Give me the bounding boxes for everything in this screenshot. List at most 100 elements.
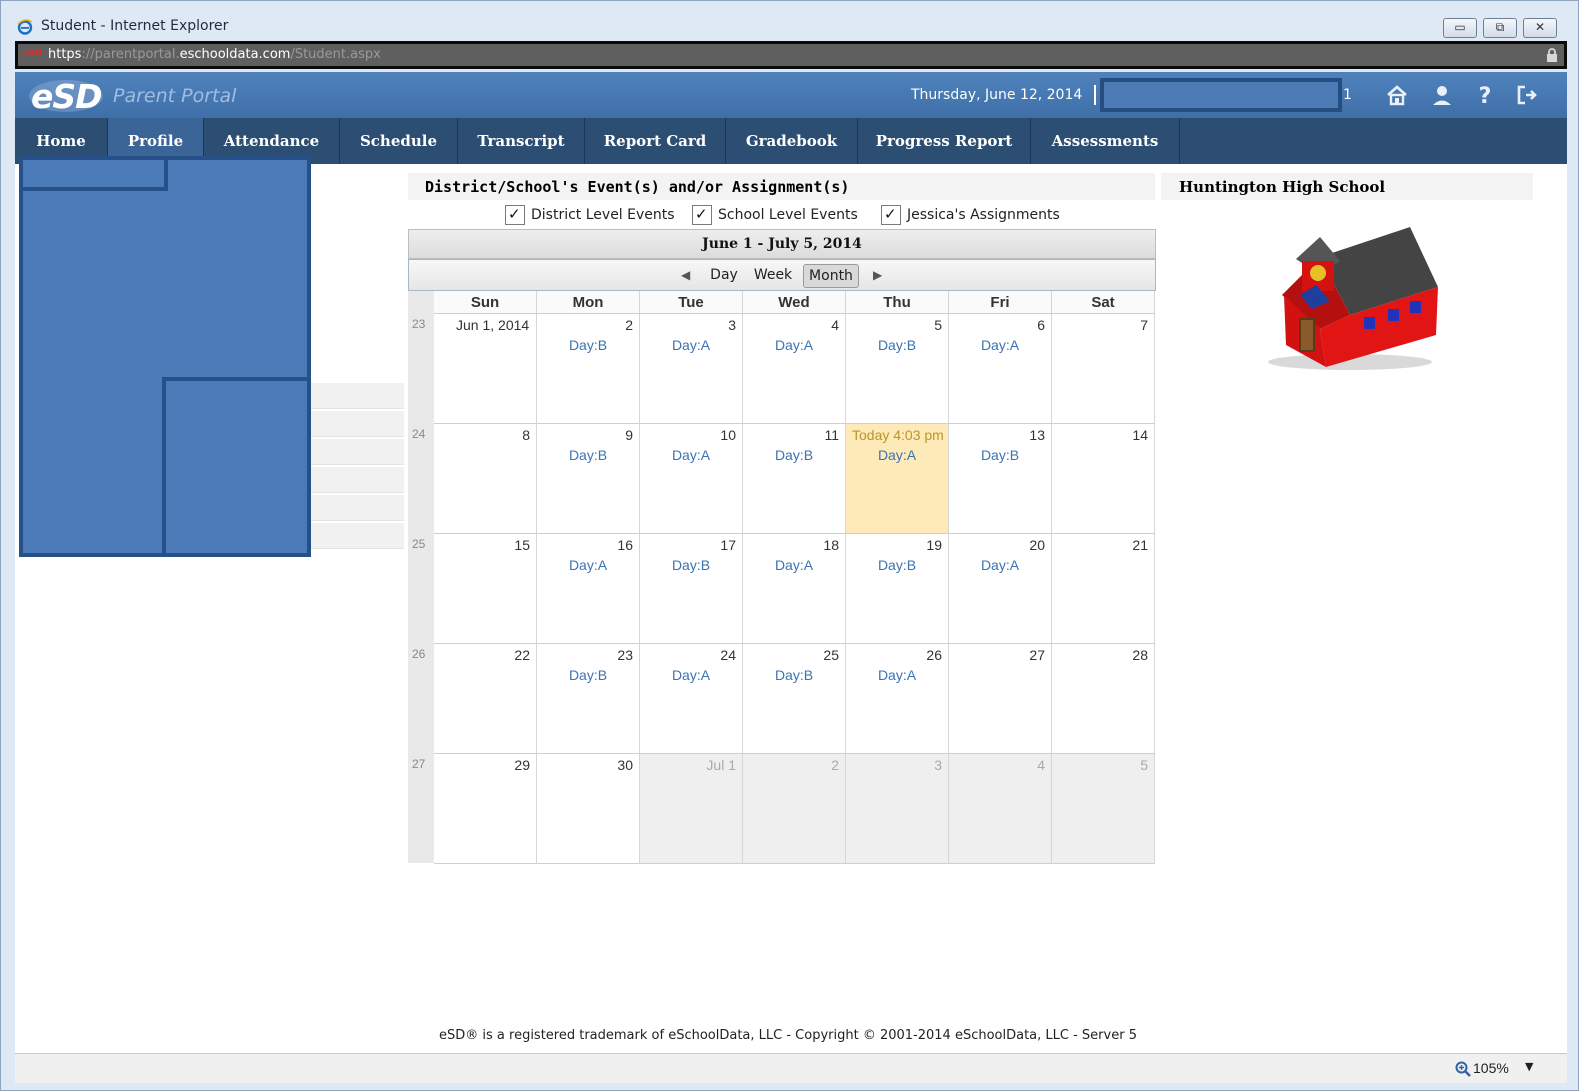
day-number[interactable]: 23 <box>617 647 633 663</box>
esd-logo[interactable]: eSD <box>31 77 103 116</box>
calendar-day[interactable]: 28 <box>1052 644 1155 754</box>
address-bar[interactable]: eSD https://parentportal.eschooldata.com… <box>15 41 1567 69</box>
calendar-day[interactable]: 8 <box>434 424 537 534</box>
nav-transcript[interactable]: Transcript <box>458 118 585 164</box>
calendar-day[interactable]: Jul 1 <box>640 754 743 864</box>
calendar-day[interactable]: 2 <box>743 754 846 864</box>
calendar-day[interactable]: 9 Day:B <box>537 424 640 534</box>
view-day-button[interactable]: Day <box>705 264 743 288</box>
day-number[interactable]: 25 <box>823 647 839 663</box>
calendar-day[interactable]: 15 <box>434 534 537 644</box>
previous-arrow-icon[interactable]: ◀ <box>681 268 690 282</box>
day-number[interactable]: 26 <box>926 647 942 663</box>
next-arrow-icon[interactable]: ▶ <box>873 268 882 282</box>
calendar-day[interactable]: 14 <box>1052 424 1155 534</box>
day-number[interactable]: 16 <box>617 537 633 553</box>
day-number[interactable]: 19 <box>926 537 942 553</box>
day-number[interactable]: 24 <box>720 647 736 663</box>
day-number[interactable]: 14 <box>1132 427 1148 443</box>
day-number[interactable]: Jun 1, 2014 <box>456 317 529 333</box>
calendar-day[interactable]: 5 Day:B <box>846 314 949 424</box>
close-button[interactable]: ✕ <box>1523 18 1557 38</box>
day-rotation-event[interactable]: Day:B <box>743 447 845 463</box>
minimize-button[interactable]: ▭ <box>1443 18 1477 38</box>
day-rotation-event[interactable]: Day:B <box>949 447 1051 463</box>
user-profile-icon[interactable] <box>1430 84 1454 106</box>
day-number[interactable]: 22 <box>514 647 530 663</box>
day-number[interactable]: 8 <box>522 427 530 443</box>
home-icon[interactable] <box>1385 84 1409 106</box>
calendar-day[interactable]: 23 Day:B <box>537 644 640 754</box>
nav-gradebook[interactable]: Gradebook <box>726 118 858 164</box>
day-number[interactable]: 7 <box>1140 317 1148 333</box>
calendar-day[interactable]: 24 Day:A <box>640 644 743 754</box>
calendar-day[interactable]: 10 Day:A <box>640 424 743 534</box>
day-number[interactable]: Jul 1 <box>706 757 736 773</box>
view-month-button[interactable]: Month <box>803 264 859 288</box>
day-number[interactable]: 11 <box>824 427 839 443</box>
calendar-day[interactable]: 20 Day:A <box>949 534 1052 644</box>
calendar-day[interactable]: 5 <box>1052 754 1155 864</box>
calendar-day[interactable]: 22 <box>434 644 537 754</box>
day-rotation-event[interactable]: Day:A <box>846 667 948 683</box>
calendar-day[interactable]: 16 Day:A <box>537 534 640 644</box>
day-number[interactable]: 3 <box>934 757 942 773</box>
day-rotation-event[interactable]: Day:B <box>743 667 845 683</box>
day-rotation-event[interactable]: Day:A <box>743 337 845 353</box>
calendar-day[interactable]: 3 Day:A <box>640 314 743 424</box>
day-number[interactable]: 2 <box>831 757 839 773</box>
help-icon[interactable]: ? <box>1473 84 1497 106</box>
url-text[interactable]: https://parentportal.eschooldata.com/Stu… <box>48 47 381 62</box>
day-rotation-event[interactable]: Day:B <box>537 337 639 353</box>
day-rotation-event[interactable]: Day:B <box>537 667 639 683</box>
nav-report-card[interactable]: Report Card <box>585 118 726 164</box>
zoom-level[interactable]: 105% <box>1473 1060 1509 1076</box>
calendar-day[interactable]: 29 <box>434 754 537 864</box>
calendar-day[interactable]: 4 <box>949 754 1052 864</box>
day-number[interactable]: 4 <box>831 317 839 333</box>
calendar-day[interactable]: 13 Day:B <box>949 424 1052 534</box>
day-number[interactable]: 15 <box>514 537 530 553</box>
day-number[interactable]: 20 <box>1029 537 1045 553</box>
calendar-day[interactable]: 6 Day:A <box>949 314 1052 424</box>
day-rotation-event[interactable]: Day:A <box>640 447 742 463</box>
calendar-day[interactable]: 30 <box>537 754 640 864</box>
day-number[interactable]: Today 4:03 pm <box>852 427 944 443</box>
day-number[interactable]: 13 <box>1029 427 1045 443</box>
calendar-day[interactable]: 27 <box>949 644 1052 754</box>
day-rotation-event[interactable]: Day:A <box>640 667 742 683</box>
day-rotation-event[interactable]: Day:B <box>537 447 639 463</box>
calendar-day[interactable]: 25 Day:B <box>743 644 846 754</box>
day-number[interactable]: 10 <box>720 427 736 443</box>
day-rotation-event[interactable]: Day:B <box>846 337 948 353</box>
day-rotation-event[interactable]: Day:A <box>743 557 845 573</box>
day-rotation-event[interactable]: Day:B <box>640 557 742 573</box>
calendar-day[interactable]: 11 Day:B <box>743 424 846 534</box>
calendar-day[interactable]: 2 Day:B <box>537 314 640 424</box>
calendar-day[interactable]: Jun 1, 2014 <box>434 314 537 424</box>
nav-schedule[interactable]: Schedule <box>340 118 458 164</box>
restore-button[interactable]: ⧉ <box>1483 18 1517 38</box>
day-number[interactable]: 17 <box>720 537 736 553</box>
calendar-day[interactable]: 18 Day:A <box>743 534 846 644</box>
zoom-dropdown-icon[interactable]: ▼ <box>1525 1060 1533 1073</box>
zoom-icon[interactable] <box>1455 1061 1471 1077</box>
nav-progress-report[interactable]: Progress Report <box>858 118 1031 164</box>
logout-icon[interactable] <box>1515 84 1539 106</box>
day-rotation-event[interactable]: Day:A <box>640 337 742 353</box>
day-number[interactable]: 5 <box>1140 757 1148 773</box>
day-number[interactable]: 2 <box>625 317 633 333</box>
calendar-day[interactable]: 17 Day:B <box>640 534 743 644</box>
calendar-day[interactable]: 26 Day:A <box>846 644 949 754</box>
day-number[interactable]: 3 <box>728 317 736 333</box>
day-number[interactable]: 5 <box>934 317 942 333</box>
calendar-day[interactable]: 4 Day:A <box>743 314 846 424</box>
day-number[interactable]: 28 <box>1132 647 1148 663</box>
day-rotation-event[interactable]: Day:A <box>949 557 1051 573</box>
day-number[interactable]: 27 <box>1029 647 1045 663</box>
day-rotation-event[interactable]: Day:A <box>846 447 948 463</box>
calendar-day[interactable]: 7 <box>1052 314 1155 424</box>
day-number[interactable]: 6 <box>1037 317 1045 333</box>
view-week-button[interactable]: Week <box>751 264 795 288</box>
day-number[interactable]: 30 <box>617 757 633 773</box>
